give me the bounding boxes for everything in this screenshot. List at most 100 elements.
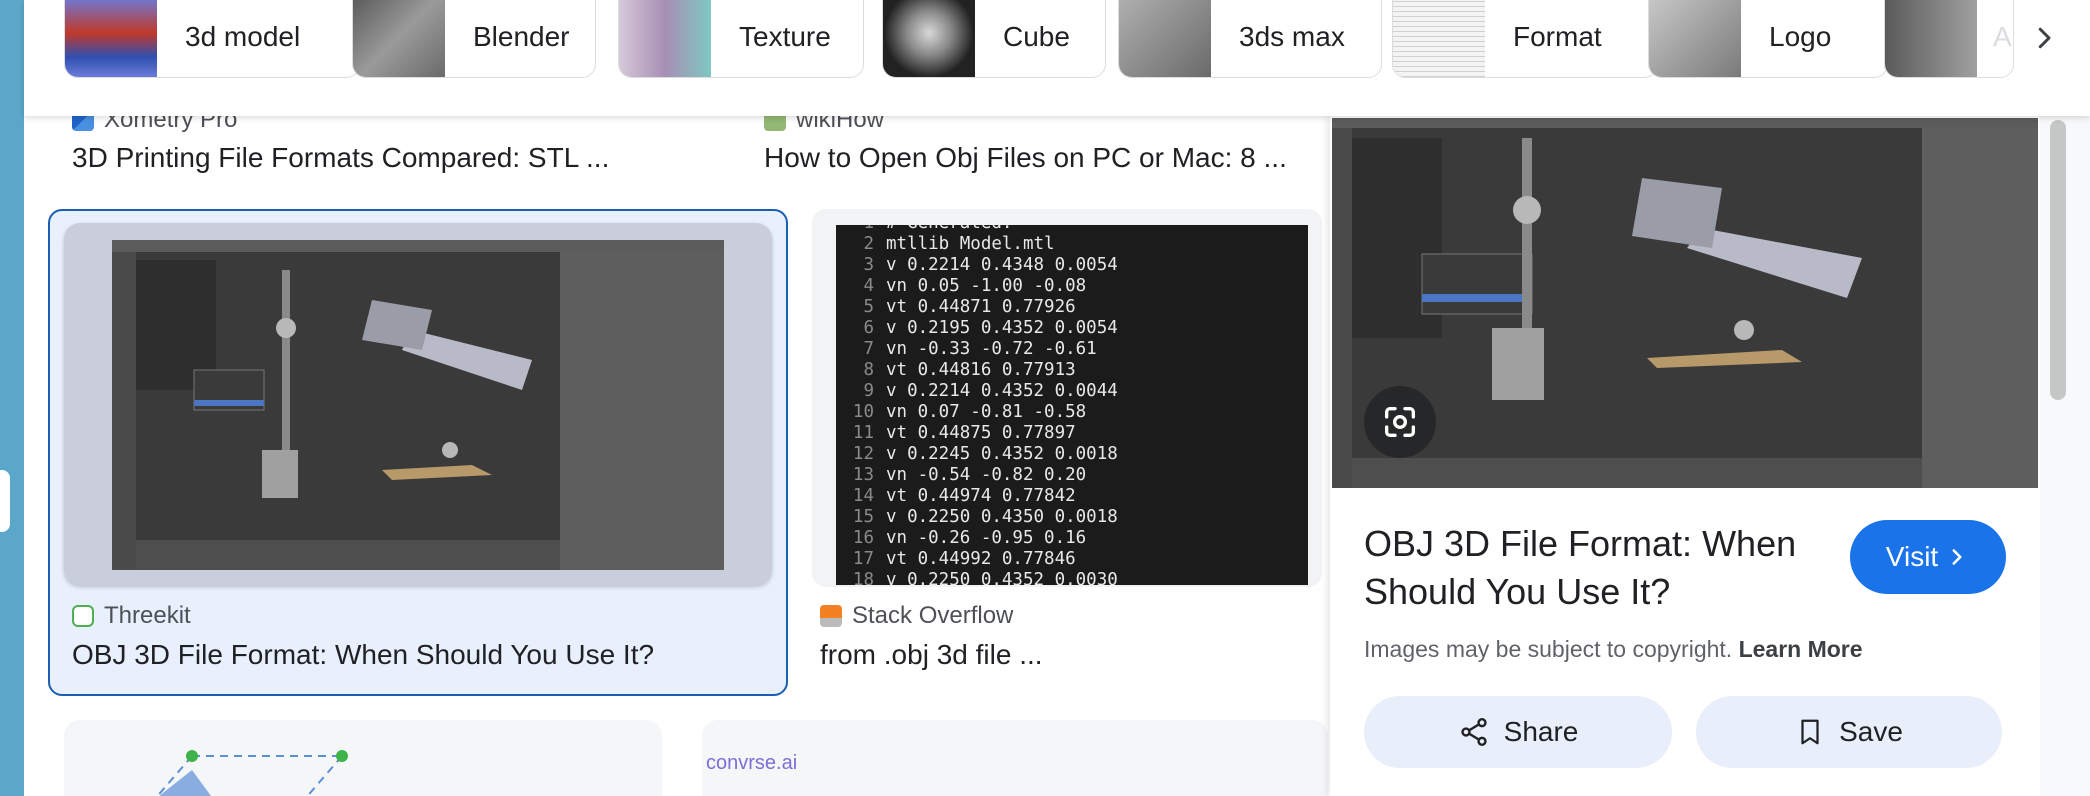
code-line: 9 v 0.2214 0.4352 0.0044 [836,381,1308,402]
code-text: vn -0.33 -0.72 -0.61 [886,339,1097,359]
code-text: vt 0.44875 0.77897 [886,423,1076,443]
chip-logo[interactable]: Logo [1648,0,1888,78]
share-button[interactable]: Share [1364,696,1672,768]
code-text: v 0.2245 0.4352 0.0018 [886,444,1118,464]
result-image-convrse[interactable]: convrse.ai [702,720,1328,796]
lens-icon [1385,407,1415,437]
line-number: 15 [852,507,874,527]
line-number: 3 [863,255,874,275]
code-text: vt 0.44871 0.77926 [886,297,1076,317]
chip-label: Texture [739,21,831,52]
result-title-xometry[interactable]: 3D Printing File Formats Compared: STL .… [72,142,609,174]
code-text: v 0.2214 0.4352 0.0044 [886,381,1118,401]
code-line: 8 vt 0.44816 0.77913 [836,360,1308,381]
code-line: 1# Generated: [836,225,1308,234]
save-button[interactable]: Save [1696,696,2002,768]
code-line: 17 vt 0.44992 0.77846 [836,549,1308,570]
code-line: 4 vn 0.05 -1.00 -0.08 [836,276,1308,297]
code-text: vt 0.44992 0.77846 [886,549,1076,569]
code-text: # Generated: [886,225,1012,234]
chip-label: Blender [473,21,570,52]
code-line: 11 vt 0.44875 0.77897 [836,423,1308,444]
chip-thumbnail [65,0,157,77]
related-searches-bar: 3d model Blender Texture Cube 3ds max Fo… [24,0,2090,116]
chip-thumbnail [353,0,445,77]
result-source-threekit[interactable]: Threekit [72,602,191,630]
source-name: Threekit [104,602,191,629]
chip-3d-model[interactable]: 3d model [64,0,360,78]
line-number: 7 [863,339,874,359]
code-text: v 0.2195 0.4352 0.0054 [886,318,1118,338]
code-line: 10 vn 0.07 -0.81 -0.58 [836,402,1308,423]
code-text: vt 0.44816 0.77913 [886,360,1076,380]
result-image-blender-screenshot[interactable] [112,240,724,570]
line-number: 17 [852,549,874,569]
chip-3ds-max[interactable]: 3ds max [1118,0,1382,78]
chip-label: 3ds max [1239,21,1345,52]
line-number: 11 [852,423,874,443]
visit-label: Visit [1885,541,1939,572]
chip-cube[interactable]: Cube [882,0,1106,78]
result-image-obj-code[interactable]: 1# Generated:2mtllib Model.mtl3v 0.2214 … [836,225,1308,585]
code-text: vn -0.26 -0.95 0.16 [886,528,1087,548]
convrse-logo-text: convrse.ai [706,752,798,774]
chevron-right-icon[interactable] [2016,10,2072,66]
chip-thumbnail [1649,0,1741,77]
line-number: 13 [852,465,874,485]
code-text: vn -0.54 -0.82 0.20 [886,465,1087,485]
line-number: 6 [863,318,874,338]
chip-thumbnail [883,0,975,77]
code-line: 15 v 0.2250 0.4350 0.0018 [836,507,1308,528]
preview-image[interactable] [1332,118,2038,488]
code-text: vn 0.05 -1.00 -0.08 [886,276,1087,296]
code-line: 2 mtllib Model.mtl [836,234,1308,255]
line-number: 2 [863,234,874,254]
line-number: 14 [852,486,874,506]
chevron-right-icon [1952,549,1962,565]
save-label: Save [1839,716,1903,747]
learn-more-link[interactable]: Learn More [1739,636,1863,662]
line-number: 8 [863,360,874,380]
chip-label: Logo [1769,21,1832,52]
line-number: 4 [863,276,874,296]
code-text: mtllib Model.mtl [886,234,1055,254]
edge-handle[interactable] [0,470,10,532]
chip-thumbnail [619,0,711,77]
code-text: vn 0.07 -0.81 -0.58 [886,402,1087,422]
result-title-stackoverflow[interactable]: from .obj 3d file ... [820,639,1043,671]
code-line: 12 v 0.2245 0.4352 0.0018 [836,444,1308,465]
line-number: 1 [836,225,886,234]
chip-label: 3d model [185,21,301,52]
result-image-diagram[interactable] [64,720,662,796]
threekit-icon [72,605,94,627]
preview-title[interactable]: OBJ 3D File Format: When Should You Use … [1364,520,1834,616]
code-text: v 0.2214 0.4348 0.0054 [886,255,1118,275]
line-number: 10 [852,402,874,422]
source-name: Stack Overflow [852,602,1014,629]
line-number: 9 [863,381,874,401]
chip-thumbnail [1119,0,1211,77]
copyright-notice: Images may be subject to copyright. Lear… [1364,636,1863,663]
visit-button[interactable]: Visit [1850,520,2006,594]
chip-partial[interactable]: A [1884,0,2014,78]
chip-texture[interactable]: Texture [618,0,864,78]
chip-blender[interactable]: Blender [352,0,596,78]
line-number: 16 [852,528,874,548]
code-line: 7 vn -0.33 -0.72 -0.61 [836,339,1308,360]
chip-format[interactable]: Format [1392,0,1658,78]
code-line: 5 vt 0.44871 0.77926 [836,297,1308,318]
result-source-stackoverflow[interactable]: Stack Overflow [820,602,1013,630]
code-line: 18 v 0.2250 0.4352 0.0030 [836,570,1308,585]
lens-search-button[interactable] [1364,386,1436,458]
chip-label: A [1993,21,2012,52]
chip-thumbnail [1885,0,1977,77]
code-line: 16 vn -0.26 -0.95 0.16 [836,528,1308,549]
stackoverflow-icon [820,605,842,627]
result-title-threekit[interactable]: OBJ 3D File Format: When Should You Use … [72,639,654,671]
desktop-edge [0,0,24,796]
result-title-wikihow[interactable]: How to Open Obj Files on PC or Mac: 8 ..… [764,142,1287,174]
scrollbar-thumb[interactable] [2050,120,2066,400]
line-number: 18 [852,570,874,585]
copyright-text: Images may be subject to copyright. [1364,636,1733,662]
line-number: 12 [852,444,874,464]
